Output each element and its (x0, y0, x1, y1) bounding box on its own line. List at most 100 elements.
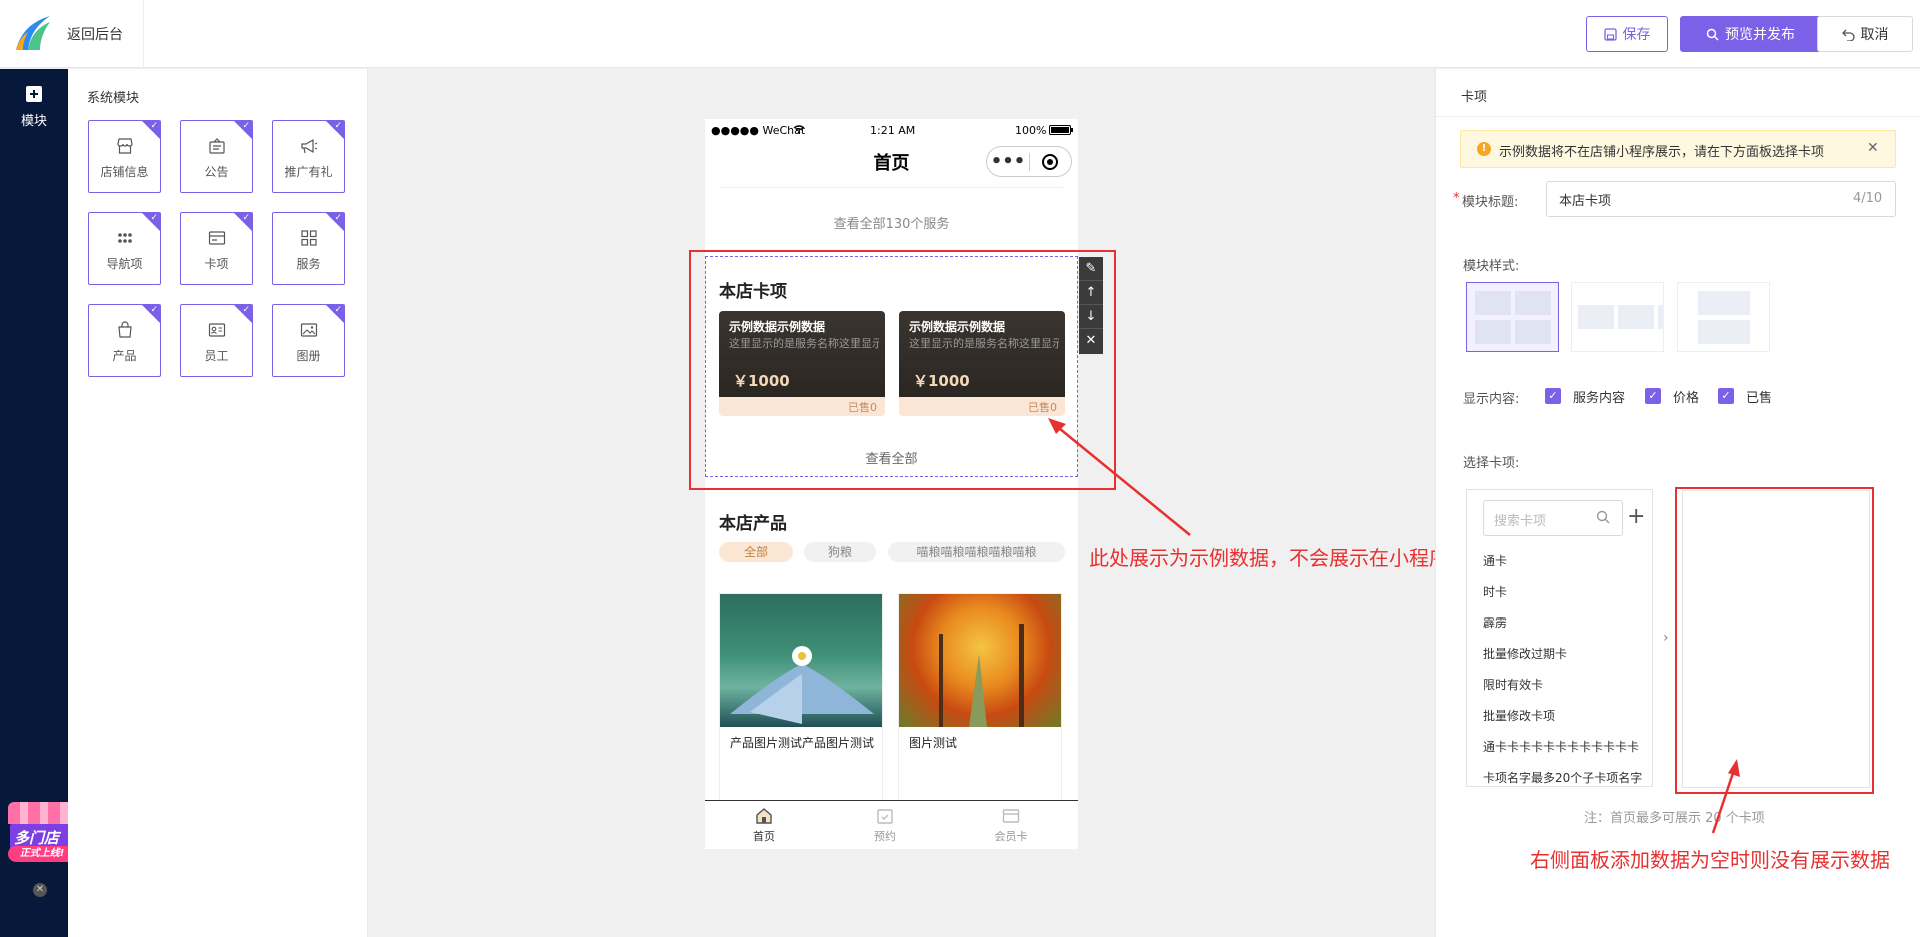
move-down-icon[interactable]: ↓ (1079, 305, 1103, 329)
checkbox-price[interactable]: ✓ (1645, 388, 1661, 404)
transfer-arrow-icon[interactable]: › (1663, 630, 1669, 646)
product-tab-dog-food[interactable]: 狗粮 (804, 542, 876, 562)
card-list-item[interactable]: 霹雳 (1483, 614, 1648, 631)
grid-dots-icon (118, 233, 132, 243)
promo-line1: 多门店 (14, 829, 60, 847)
annotation-empty-panel: 右侧面板添加数据为空时则没有展示数据 (1530, 848, 1890, 872)
properties-panel-title: 卡项 (1461, 90, 1488, 105)
module-toolbar: ✎ ↑ ↓ ✕ (1079, 257, 1103, 354)
product-card[interactable]: 产品图片测试产品图片测试 (719, 593, 883, 808)
book-flower-image (730, 646, 874, 724)
card-list-item[interactable]: 时卡 (1483, 583, 1648, 600)
more-dots-icon[interactable]: ••• (987, 152, 1029, 171)
phone-tab-bar: 首页 预约 会员卡 (705, 800, 1078, 849)
card-list-item[interactable]: 批量修改过期卡 (1483, 645, 1648, 662)
module-store-info[interactable]: ✓ 店铺信息 (88, 120, 161, 193)
thumb-image-icon (1578, 305, 1614, 329)
module-label: 导航项 (106, 257, 143, 271)
module-album[interactable]: ✓ 图册 (272, 304, 345, 377)
checkbox-sold[interactable]: ✓ (1718, 388, 1734, 404)
edit-pencil-icon[interactable]: ✎ (1079, 257, 1103, 281)
module-label: 产品 (112, 349, 137, 363)
tab-booking[interactable]: 预约 (845, 807, 925, 844)
annotation-arrow-right (1711, 759, 1740, 834)
promo-close-icon[interactable]: ✕ (33, 883, 47, 897)
thumb-image-icon (1618, 305, 1654, 329)
notice-text: 示例数据将不在店铺小程序展示，请在下方面板选择卡项 (1499, 145, 1825, 160)
view-all-services-link[interactable]: 查看全部130个服务 (705, 213, 1078, 232)
module-style-label: 模块样式: (1463, 259, 1520, 274)
module-notice[interactable]: ✓ 公告 (180, 120, 253, 193)
checkbox-label: 已售 (1746, 391, 1773, 406)
bag-icon (118, 321, 132, 338)
phone-status-bar: ●●●●● WeChat 1:21 AM 100% (705, 119, 1078, 143)
back-to-admin-link[interactable]: 返回后台 (67, 24, 123, 44)
module-title-label: 模块标题: (1462, 195, 1519, 210)
checkbox-label: 服务内容 (1573, 391, 1626, 406)
product-card[interactable]: 图片测试 (898, 593, 1062, 808)
miniprogram-capsule[interactable]: ••• (986, 146, 1072, 177)
module-panel-title: 系统模块 (87, 91, 140, 106)
nav-item-modules[interactable]: 模块 (0, 86, 68, 129)
module-label: 服务 (296, 257, 321, 271)
close-target-icon[interactable] (1042, 153, 1058, 170)
undo-icon (1841, 29, 1855, 41)
awning-graphic (8, 802, 76, 824)
card-list-item[interactable]: 批量修改卡项 (1483, 707, 1648, 724)
battery-icon (1049, 125, 1073, 135)
megaphone-icon (301, 138, 318, 154)
module-service[interactable]: ✓ 服务 (272, 212, 345, 285)
save-button[interactable]: 保存 (1586, 16, 1668, 52)
promo-line2: 正式上线! (8, 846, 76, 862)
module-staff[interactable]: ✓ 员工 (180, 304, 253, 377)
status-time: 1:21 AM (870, 124, 916, 137)
image-icon (300, 323, 318, 337)
tab-home[interactable]: 首页 (724, 807, 804, 844)
notice-close-icon[interactable]: ✕ (1867, 140, 1879, 156)
product-tab-cat-food[interactable]: 喵粮喵粮喵粮喵粮喵粮 (888, 542, 1065, 562)
save-label: 保存 (1622, 27, 1651, 43)
style-option-horizontal-scroll[interactable] (1571, 282, 1664, 352)
module-label: 公告 (204, 165, 229, 179)
publish-label: 预览并发布 (1725, 27, 1795, 43)
cancel-button[interactable]: 取消 (1817, 16, 1913, 52)
search-icon[interactable] (1596, 510, 1610, 524)
tab-member-card[interactable]: 会员卡 (971, 807, 1051, 844)
style-option-grid-2x2[interactable] (1466, 282, 1559, 352)
product-section-title: 本店产品 (719, 514, 787, 534)
module-card[interactable]: ✓ 卡项 (180, 212, 253, 285)
plus-square-icon (26, 86, 42, 102)
search-icon (1706, 28, 1719, 41)
product-name: 图片测试 (909, 736, 958, 750)
thumb-image-icon (1658, 305, 1664, 329)
card-list-item[interactable]: 限时有效卡 (1483, 676, 1648, 693)
checkbox-service-content[interactable]: ✓ (1545, 388, 1561, 404)
notice-icon (209, 138, 225, 154)
id-card-icon (208, 323, 226, 337)
apps-icon (301, 230, 317, 246)
move-up-icon[interactable]: ↑ (1079, 281, 1103, 305)
module-panel (68, 69, 368, 937)
required-marker: * (1453, 191, 1460, 206)
module-navigation[interactable]: ✓ 导航项 (88, 212, 161, 285)
empty-target-highlight-box (1675, 487, 1874, 794)
thumb-image-icon (1515, 291, 1551, 315)
product-name: 产品图片测试产品图片测试 (730, 736, 875, 750)
thumb-image-icon (1698, 291, 1750, 315)
warning-icon: ! (1477, 142, 1491, 156)
module-label: 店铺信息 (100, 165, 149, 179)
product-tab-all[interactable]: 全部 (719, 542, 793, 562)
delete-close-icon[interactable]: ✕ (1079, 329, 1103, 353)
card-list-item[interactable]: 通卡 (1483, 552, 1648, 569)
module-title-input[interactable] (1546, 181, 1896, 217)
card-list-item[interactable]: 通卡卡卡卡卡卡卡卡卡卡卡卡 (1483, 738, 1648, 755)
thumb-image-icon (1475, 291, 1511, 315)
module-product[interactable]: ✓ 产品 (88, 304, 161, 377)
module-title-char-count: 4/10 (1853, 191, 1883, 206)
module-promotion[interactable]: ✓ 推广有礼 (272, 120, 345, 193)
module-label: 图册 (296, 349, 321, 363)
style-option-single-column[interactable] (1677, 282, 1770, 352)
add-card-icon[interactable]: + (1627, 504, 1645, 529)
preview-publish-button[interactable]: 预览并发布 (1680, 16, 1821, 52)
card-list-item[interactable]: 卡项名字最多20个子卡项名字 (1483, 769, 1648, 786)
